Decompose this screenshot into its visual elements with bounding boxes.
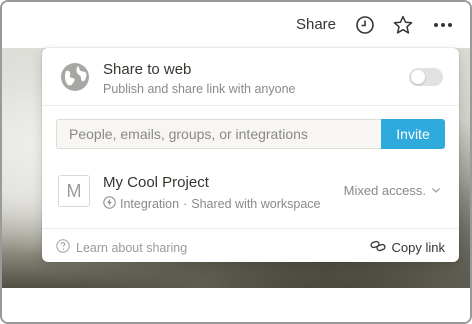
more-icon[interactable] [432, 14, 454, 36]
share-to-web-section: Share to web Publish and share link with… [42, 48, 459, 106]
access-label: Mixed access. [343, 183, 426, 198]
topbar: Share [2, 2, 470, 48]
share-to-web-toggle[interactable] [409, 68, 443, 86]
member-name: My Cool Project [103, 174, 209, 191]
chevron-down-icon [431, 183, 441, 198]
share-button[interactable]: Share [296, 16, 336, 33]
link-icon [369, 239, 386, 256]
clock-icon[interactable] [354, 14, 376, 36]
share-to-web-title: Share to web [103, 61, 192, 78]
lightning-icon [103, 196, 116, 212]
avatar: M [58, 175, 90, 207]
learn-about-sharing-link[interactable]: Learn about sharing [56, 239, 187, 256]
member-detail: Shared with workspace [191, 197, 321, 211]
invite-button[interactable]: Invite [381, 119, 445, 149]
page-body [2, 288, 470, 322]
share-footer: Learn about sharing Copy link [42, 228, 459, 262]
invite-input[interactable] [56, 119, 381, 149]
help-icon [56, 239, 70, 256]
share-to-web-subtitle: Publish and share link with anyone [103, 82, 296, 96]
star-icon[interactable] [392, 14, 414, 36]
copy-link-label: Copy link [391, 240, 445, 255]
access-dropdown[interactable]: Mixed access. [344, 183, 441, 198]
toggle-knob [411, 70, 425, 84]
meta-separator: · [183, 197, 188, 211]
share-popover: Share to web Publish and share link with… [42, 48, 459, 262]
member-row: M My Cool Project Integration · Shared w… [42, 166, 459, 226]
member-type: Integration [120, 197, 180, 211]
invite-row: Invite [56, 119, 445, 149]
member-meta: Integration · Shared with workspace [103, 196, 320, 212]
learn-label: Learn about sharing [76, 240, 188, 255]
globe-icon [60, 62, 90, 92]
copy-link-button[interactable]: Copy link [369, 239, 445, 256]
app-window: Share Share to web Publish and share lin… [0, 0, 472, 324]
